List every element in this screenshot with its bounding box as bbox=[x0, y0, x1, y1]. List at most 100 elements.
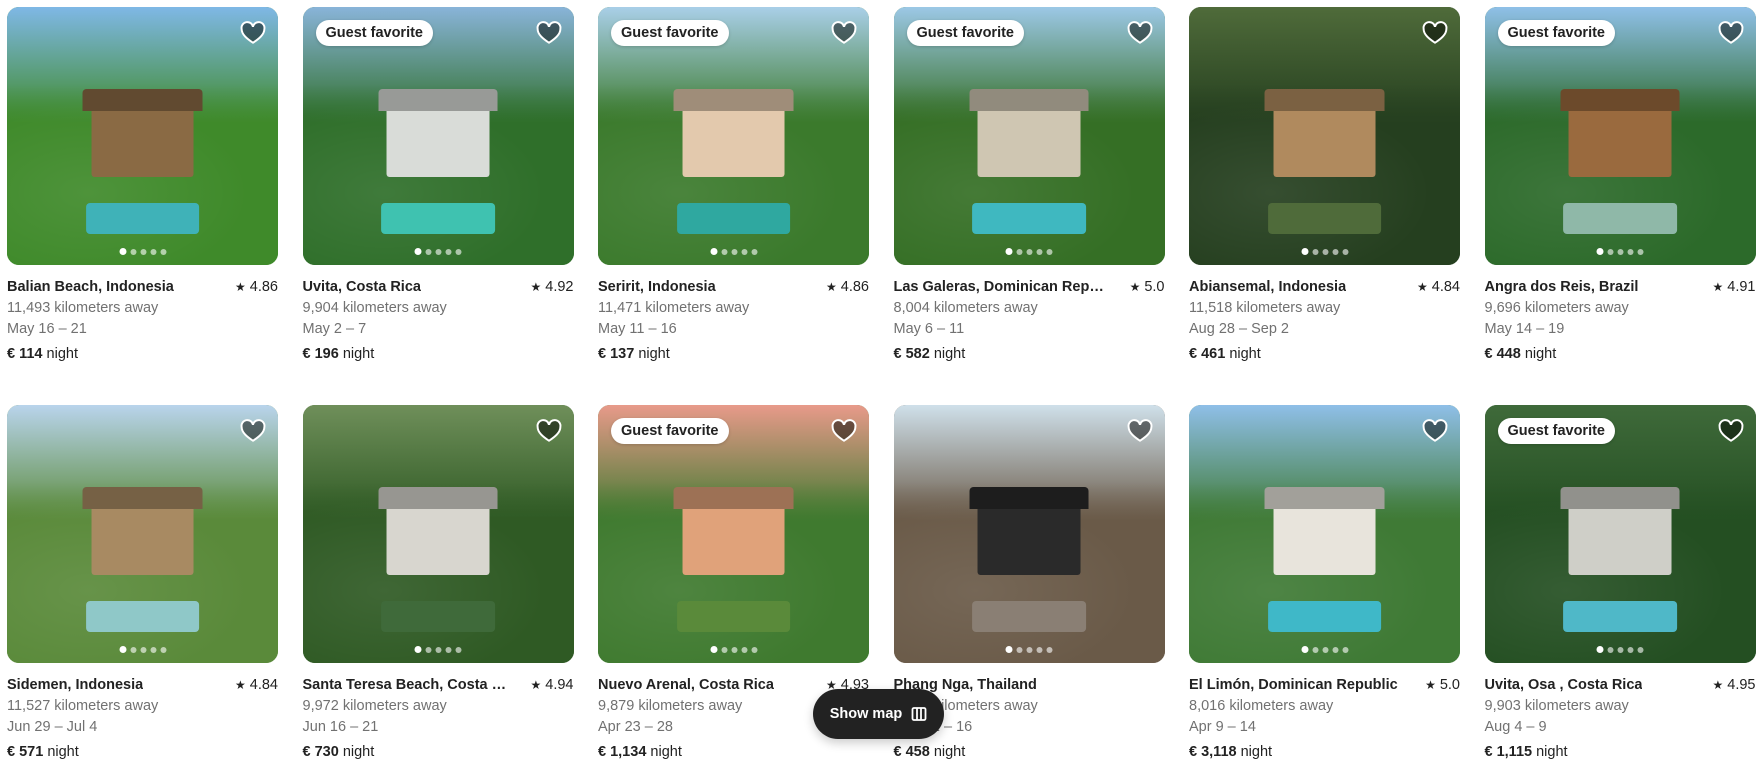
heart-icon[interactable] bbox=[1718, 20, 1744, 46]
carousel-dot[interactable] bbox=[425, 248, 432, 255]
carousel-dot[interactable] bbox=[1637, 646, 1644, 653]
carousel-dot[interactable] bbox=[445, 646, 452, 653]
heart-icon[interactable] bbox=[1422, 418, 1448, 444]
carousel-dot[interactable] bbox=[130, 646, 136, 653]
carousel-dot[interactable] bbox=[731, 646, 737, 653]
carousel-dot[interactable] bbox=[1036, 646, 1043, 653]
listing-photo[interactable]: Guest favorite bbox=[893, 7, 1165, 265]
carousel-dot[interactable] bbox=[130, 248, 136, 255]
carousel-dot[interactable] bbox=[1596, 646, 1604, 653]
carousel-dots[interactable] bbox=[1301, 646, 1348, 653]
listing-card[interactable]: Abiansemal, Indonesia ★ 4.84 11,518 kilo… bbox=[1189, 7, 1460, 373]
listing-photo[interactable] bbox=[1189, 7, 1460, 265]
carousel-dot[interactable] bbox=[1026, 646, 1033, 653]
carousel-dot[interactable] bbox=[414, 248, 422, 255]
carousel-dot[interactable] bbox=[1637, 248, 1644, 255]
listing-card[interactable]: Balian Beach, Indonesia ★ 4.86 11,493 ki… bbox=[7, 7, 278, 373]
listing-photo[interactable]: Guest favorite bbox=[302, 7, 574, 265]
heart-icon[interactable] bbox=[1422, 20, 1448, 46]
heart-icon[interactable] bbox=[831, 418, 857, 444]
carousel-dot[interactable] bbox=[1322, 646, 1328, 653]
carousel-dot[interactable] bbox=[150, 248, 156, 255]
carousel-dot[interactable] bbox=[1312, 646, 1318, 653]
heart-icon[interactable] bbox=[1718, 418, 1744, 444]
carousel-dot[interactable] bbox=[1036, 248, 1043, 255]
carousel-dot[interactable] bbox=[1026, 248, 1033, 255]
carousel-dot[interactable] bbox=[445, 248, 452, 255]
listing-photo[interactable]: Guest favorite bbox=[1484, 7, 1756, 265]
carousel-dot[interactable] bbox=[1312, 248, 1318, 255]
carousel-dot[interactable] bbox=[741, 646, 747, 653]
carousel-dot[interactable] bbox=[1301, 646, 1308, 653]
carousel-dot[interactable] bbox=[160, 646, 166, 653]
carousel-dot[interactable] bbox=[455, 248, 462, 255]
carousel-dot[interactable] bbox=[731, 248, 737, 255]
carousel-dot[interactable] bbox=[1005, 248, 1013, 255]
carousel-dot[interactable] bbox=[1342, 248, 1348, 255]
carousel-dots[interactable] bbox=[1301, 248, 1348, 255]
carousel-dot[interactable] bbox=[1596, 248, 1604, 255]
carousel-dot[interactable] bbox=[425, 646, 432, 653]
carousel-dot[interactable] bbox=[119, 646, 126, 653]
carousel-dots[interactable] bbox=[710, 646, 757, 653]
carousel-dots[interactable] bbox=[1596, 646, 1644, 653]
carousel-dot[interactable] bbox=[140, 646, 146, 653]
carousel-dots[interactable] bbox=[1596, 248, 1644, 255]
listing-card[interactable]: Guest favorite Seririt, Indonesia ★ 4.86… bbox=[598, 7, 869, 373]
carousel-dot[interactable] bbox=[435, 248, 442, 255]
carousel-dot[interactable] bbox=[741, 248, 747, 255]
carousel-dot[interactable] bbox=[1301, 248, 1308, 255]
carousel-dot[interactable] bbox=[150, 646, 156, 653]
carousel-dot[interactable] bbox=[751, 248, 757, 255]
heart-icon[interactable] bbox=[240, 20, 266, 46]
carousel-dot[interactable] bbox=[721, 248, 727, 255]
carousel-dot[interactable] bbox=[1016, 248, 1023, 255]
listing-card[interactable]: Guest favorite Uvita, Osa , Costa Rica ★… bbox=[1484, 405, 1756, 769]
carousel-dot[interactable] bbox=[1627, 646, 1634, 653]
carousel-dot[interactable] bbox=[140, 248, 146, 255]
carousel-dot[interactable] bbox=[455, 646, 462, 653]
carousel-dots[interactable] bbox=[710, 248, 757, 255]
carousel-dots[interactable] bbox=[119, 248, 166, 255]
carousel-dots[interactable] bbox=[119, 646, 166, 653]
carousel-dot[interactable] bbox=[119, 248, 126, 255]
carousel-dot[interactable] bbox=[1332, 248, 1338, 255]
listing-photo[interactable] bbox=[893, 405, 1165, 663]
carousel-dot[interactable] bbox=[751, 646, 757, 653]
carousel-dot[interactable] bbox=[1005, 646, 1013, 653]
listing-card[interactable]: Sidemen, Indonesia ★ 4.84 11,527 kilomet… bbox=[7, 405, 278, 769]
listing-photo[interactable] bbox=[7, 7, 278, 265]
heart-icon[interactable] bbox=[831, 20, 857, 46]
carousel-dot[interactable] bbox=[1332, 646, 1338, 653]
listing-card[interactable]: Guest favorite Angra dos Reis, Brazil ★ … bbox=[1484, 7, 1756, 373]
carousel-dot[interactable] bbox=[1607, 646, 1614, 653]
heart-icon[interactable] bbox=[240, 418, 266, 444]
carousel-dot[interactable] bbox=[710, 248, 717, 255]
carousel-dot[interactable] bbox=[1617, 248, 1624, 255]
listing-card[interactable]: Guest favorite Las Galeras, Dominican Re… bbox=[893, 7, 1165, 373]
carousel-dot[interactable] bbox=[435, 646, 442, 653]
carousel-dots[interactable] bbox=[414, 646, 462, 653]
heart-icon[interactable] bbox=[1127, 418, 1153, 444]
listing-photo[interactable]: Guest favorite bbox=[598, 405, 869, 663]
carousel-dots[interactable] bbox=[414, 248, 462, 255]
carousel-dot[interactable] bbox=[1342, 646, 1348, 653]
show-map-button[interactable]: Show map bbox=[813, 689, 944, 739]
listing-photo[interactable]: Guest favorite bbox=[598, 7, 869, 265]
listing-card[interactable]: Guest favorite Uvita, Costa Rica ★ 4.92 … bbox=[302, 7, 574, 373]
carousel-dot[interactable] bbox=[414, 646, 422, 653]
listing-photo[interactable] bbox=[302, 405, 574, 663]
carousel-dots[interactable] bbox=[1005, 646, 1053, 653]
listing-card[interactable]: Santa Teresa Beach, Costa Rica ★ 4.94 9,… bbox=[302, 405, 574, 769]
heart-icon[interactable] bbox=[536, 20, 562, 46]
carousel-dot[interactable] bbox=[1322, 248, 1328, 255]
carousel-dot[interactable] bbox=[721, 646, 727, 653]
listing-photo[interactable] bbox=[1189, 405, 1460, 663]
carousel-dot[interactable] bbox=[1617, 646, 1624, 653]
carousel-dot[interactable] bbox=[1046, 646, 1053, 653]
listing-photo[interactable]: Guest favorite bbox=[1484, 405, 1756, 663]
carousel-dot[interactable] bbox=[1046, 248, 1053, 255]
carousel-dot[interactable] bbox=[1016, 646, 1023, 653]
listing-photo[interactable] bbox=[7, 405, 278, 663]
carousel-dot[interactable] bbox=[710, 646, 717, 653]
